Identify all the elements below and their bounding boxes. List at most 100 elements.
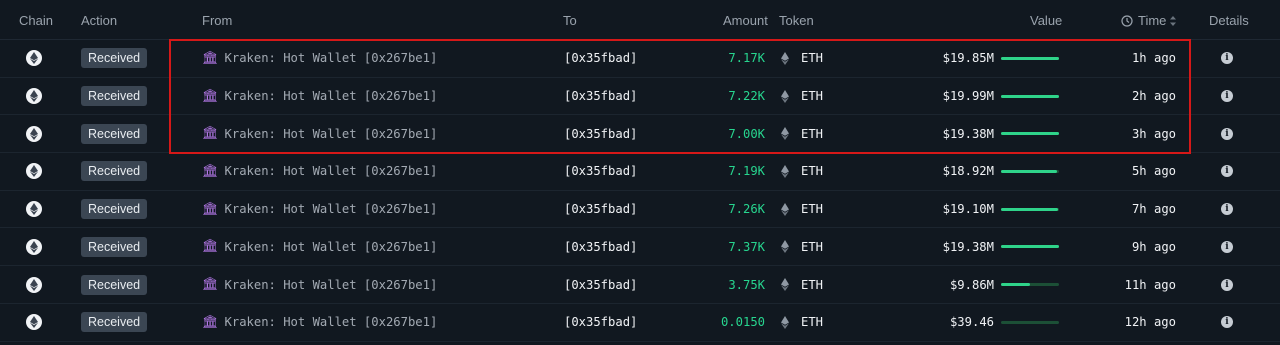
- from-cell[interactable]: 🏛 Kraken: Hot Wallet [0x267be1]: [202, 266, 437, 303]
- token-cell[interactable]: ETH: [781, 191, 823, 228]
- to-cell[interactable]: [0x35fbad]: [564, 304, 637, 341]
- amount-value: 3.75K: [728, 277, 765, 292]
- from-cell[interactable]: 🏛 Kraken: Hot Wallet [0x267be1]: [202, 78, 437, 115]
- info-icon[interactable]: i: [1221, 90, 1233, 103]
- to-address-link[interactable]: [0x35fbad]: [564, 51, 637, 65]
- header-value[interactable]: Value: [1030, 13, 1062, 28]
- token-symbol[interactable]: ETH: [801, 315, 823, 329]
- to-address-link[interactable]: [0x35fbad]: [564, 202, 637, 216]
- from-cell[interactable]: 🏛 Kraken: Hot Wallet [0x267be1]: [202, 304, 437, 341]
- info-icon[interactable]: i: [1221, 316, 1233, 329]
- ethereum-icon: [781, 278, 789, 292]
- token-symbol[interactable]: ETH: [801, 240, 823, 254]
- time-cell[interactable]: 1h ago: [1132, 40, 1176, 77]
- token-cell[interactable]: ETH: [781, 266, 823, 303]
- from-cell[interactable]: 🏛 Kraken: Hot Wallet [0x267be1]: [202, 153, 437, 190]
- time-ago[interactable]: 7h ago: [1132, 202, 1176, 216]
- value-cell: $19.85M: [943, 40, 994, 77]
- time-ago[interactable]: 2h ago: [1132, 89, 1176, 103]
- details-cell[interactable]: i: [1221, 304, 1233, 341]
- info-icon[interactable]: i: [1221, 278, 1233, 291]
- time-ago[interactable]: 3h ago: [1132, 127, 1176, 141]
- sort-icon[interactable]: [1169, 15, 1177, 27]
- token-symbol[interactable]: ETH: [801, 89, 823, 103]
- details-cell[interactable]: i: [1221, 40, 1233, 77]
- time-cell[interactable]: 2h ago: [1132, 78, 1176, 115]
- token-symbol[interactable]: ETH: [801, 51, 823, 65]
- to-address-link[interactable]: [0x35fbad]: [564, 127, 637, 141]
- token-symbol[interactable]: ETH: [801, 127, 823, 141]
- details-cell[interactable]: i: [1221, 153, 1233, 190]
- table-row[interactable]: Received 🏛 Kraken: Hot Wallet [0x267be1]…: [0, 304, 1280, 342]
- info-icon[interactable]: i: [1221, 203, 1233, 216]
- to-address-link[interactable]: [0x35fbad]: [564, 315, 637, 329]
- details-cell[interactable]: i: [1221, 229, 1233, 266]
- time-cell[interactable]: 9h ago: [1132, 229, 1176, 266]
- from-entity-link[interactable]: Kraken: Hot Wallet [0x267be1]: [225, 127, 438, 141]
- token-symbol[interactable]: ETH: [801, 164, 823, 178]
- time-cell[interactable]: 3h ago: [1132, 115, 1176, 152]
- to-cell[interactable]: [0x35fbad]: [564, 78, 637, 115]
- time-ago[interactable]: 9h ago: [1132, 240, 1176, 254]
- header-time[interactable]: Time: [1121, 13, 1177, 28]
- from-cell[interactable]: 🏛 Kraken: Hot Wallet [0x267be1]: [202, 191, 437, 228]
- token-symbol[interactable]: ETH: [801, 278, 823, 292]
- token-cell[interactable]: ETH: [781, 304, 823, 341]
- from-cell[interactable]: 🏛 Kraken: Hot Wallet [0x267be1]: [202, 229, 437, 266]
- to-cell[interactable]: [0x35fbad]: [564, 266, 637, 303]
- table-row[interactable]: Received 🏛 Kraken: Hot Wallet [0x267be1]…: [0, 78, 1280, 116]
- to-cell[interactable]: [0x35fbad]: [564, 115, 637, 152]
- token-cell[interactable]: ETH: [781, 78, 823, 115]
- info-icon[interactable]: i: [1221, 127, 1233, 140]
- time-ago[interactable]: 11h ago: [1125, 278, 1176, 292]
- to-address-link[interactable]: [0x35fbad]: [564, 278, 637, 292]
- token-cell[interactable]: ETH: [781, 40, 823, 77]
- table-row[interactable]: Received 🏛 Kraken: Hot Wallet [0x267be1]…: [0, 40, 1280, 78]
- token-cell[interactable]: ETH: [781, 229, 823, 266]
- token-symbol[interactable]: ETH: [801, 202, 823, 216]
- table-row[interactable]: Received 🏛 Kraken: Hot Wallet [0x267be1]…: [0, 191, 1280, 229]
- to-address-link[interactable]: [0x35fbad]: [564, 164, 637, 178]
- time-cell[interactable]: 11h ago: [1125, 266, 1176, 303]
- to-address-link[interactable]: [0x35fbad]: [564, 89, 637, 103]
- table-row[interactable]: Received 🏛 Kraken: Hot Wallet [0x267be1]…: [0, 266, 1280, 304]
- time-cell[interactable]: 5h ago: [1132, 153, 1176, 190]
- info-icon[interactable]: i: [1221, 52, 1233, 65]
- details-cell[interactable]: i: [1221, 191, 1233, 228]
- table-row[interactable]: Received 🏛 Kraken: Hot Wallet [0x267be1]…: [0, 115, 1280, 154]
- details-cell[interactable]: i: [1221, 266, 1233, 303]
- from-entity-link[interactable]: Kraken: Hot Wallet [0x267be1]: [225, 202, 438, 216]
- value-bar-fill: [1001, 56, 1059, 60]
- from-entity-link[interactable]: Kraken: Hot Wallet [0x267be1]: [225, 164, 438, 178]
- details-cell[interactable]: i: [1221, 78, 1233, 115]
- to-cell[interactable]: [0x35fbad]: [564, 153, 637, 190]
- from-cell[interactable]: 🏛 Kraken: Hot Wallet [0x267be1]: [202, 40, 437, 77]
- time-ago[interactable]: 1h ago: [1132, 51, 1176, 65]
- token-cell[interactable]: ETH: [781, 153, 823, 190]
- info-icon[interactable]: i: [1221, 165, 1233, 178]
- header-amount[interactable]: Amount: [723, 13, 768, 28]
- from-entity-link[interactable]: Kraken: Hot Wallet [0x267be1]: [225, 51, 438, 65]
- from-entity-link[interactable]: Kraken: Hot Wallet [0x267be1]: [225, 315, 438, 329]
- to-cell[interactable]: [0x35fbad]: [564, 229, 637, 266]
- token-cell[interactable]: ETH: [781, 115, 823, 152]
- from-entity-link[interactable]: Kraken: Hot Wallet [0x267be1]: [225, 89, 438, 103]
- from-entity-link[interactable]: Kraken: Hot Wallet [0x267be1]: [225, 278, 438, 292]
- time-cell[interactable]: 7h ago: [1132, 191, 1176, 228]
- time-cell[interactable]: 12h ago: [1125, 304, 1176, 341]
- time-ago[interactable]: 5h ago: [1132, 164, 1176, 178]
- table-row[interactable]: Received 🏛 Kraken: Hot Wallet [0x267be1]…: [0, 229, 1280, 267]
- to-cell[interactable]: [0x35fbad]: [564, 191, 637, 228]
- header-token: Token: [779, 13, 814, 28]
- amount-value: 7.00K: [728, 126, 765, 141]
- info-icon[interactable]: i: [1221, 240, 1233, 253]
- amount-value: 7.19K: [728, 164, 765, 179]
- to-address-link[interactable]: [0x35fbad]: [564, 240, 637, 254]
- details-cell[interactable]: i: [1221, 115, 1233, 152]
- to-cell[interactable]: [0x35fbad]: [564, 40, 637, 77]
- from-cell[interactable]: 🏛 Kraken: Hot Wallet [0x267be1]: [202, 115, 437, 152]
- time-ago[interactable]: 12h ago: [1125, 315, 1176, 329]
- from-entity-link[interactable]: Kraken: Hot Wallet [0x267be1]: [225, 240, 438, 254]
- table-row[interactable]: Received 🏛 Kraken: Hot Wallet [0x267be1]…: [0, 153, 1280, 191]
- amount-value: 0.0150: [720, 315, 765, 330]
